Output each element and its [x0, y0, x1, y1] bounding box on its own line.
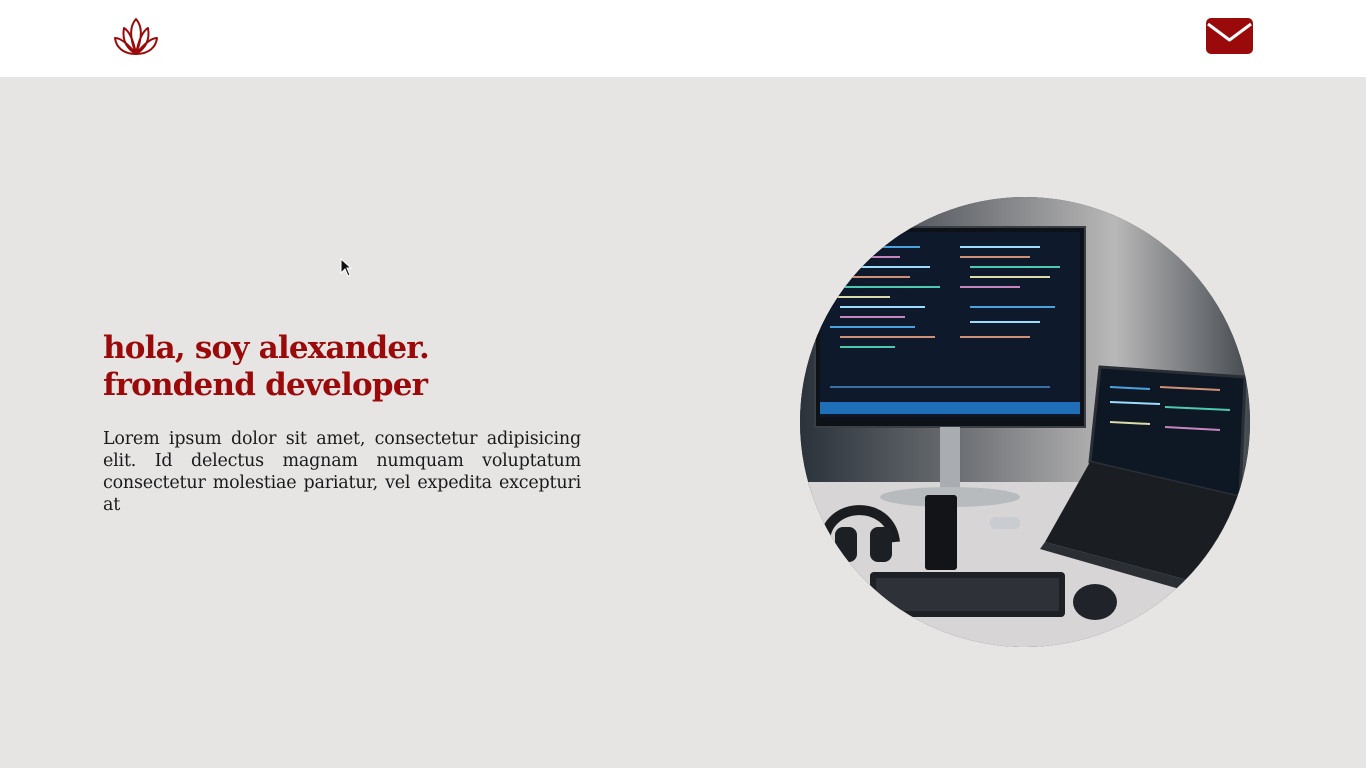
desk-setup-photo — [800, 197, 1250, 647]
hero-title: hola, soy alexander. frondend developer — [103, 330, 430, 403]
envelope-icon[interactable] — [1206, 18, 1253, 54]
hero-description: Lorem ipsum dolor sit amet, consectetur … — [103, 429, 581, 515]
lotus-icon[interactable] — [113, 16, 159, 56]
mouse-cursor-icon — [340, 258, 352, 277]
site-header — [0, 0, 1366, 77]
hero-section: hola, soy alexander. frondend developer … — [103, 330, 581, 516]
